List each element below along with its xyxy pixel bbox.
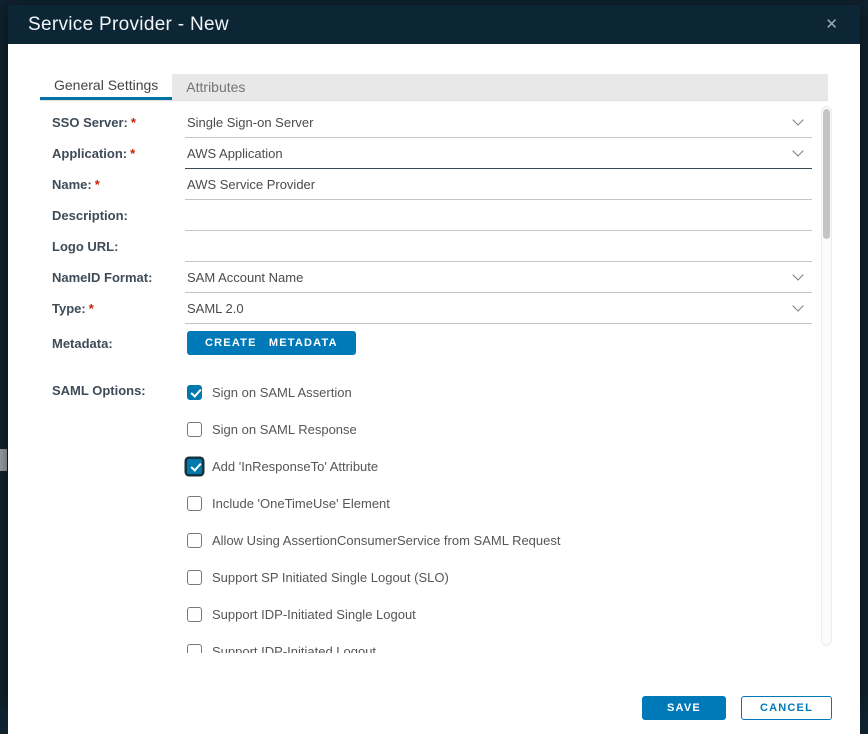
application-label: Application:* — [40, 146, 185, 161]
chevron-down-icon — [792, 300, 803, 311]
sso-server-row: SSO Server:* Single Sign-on Server — [40, 107, 812, 138]
application-value: AWS Application — [187, 146, 283, 161]
cancel-button[interactable]: CANCEL — [741, 696, 832, 720]
type-value: SAML 2.0 — [187, 301, 244, 316]
checkbox-row-include-onetimeuse-element[interactable]: Include 'OneTimeUse' Element — [187, 485, 812, 522]
checkbox[interactable] — [187, 459, 202, 474]
metadata-label: Metadata: — [40, 336, 185, 351]
saml-options-label: SAML Options: — [40, 383, 185, 398]
checkbox-row-support-sp-initiated-slo[interactable]: Support SP Initiated Single Logout (SLO) — [187, 559, 812, 596]
checkbox[interactable] — [187, 644, 202, 653]
checkbox-label: Allow Using AssertionConsumerService fro… — [212, 533, 561, 548]
checkbox-label: Include 'OneTimeUse' Element — [212, 496, 390, 511]
modal-title: Service Provider - New — [28, 14, 229, 36]
modal-footer: SAVE CANCEL — [8, 682, 860, 734]
required-marker: * — [131, 115, 136, 130]
sso-server-label: SSO Server:* — [40, 115, 185, 130]
checkbox-row-sign-on-saml-assertion[interactable]: Sign on SAML Assertion — [187, 374, 812, 411]
logo-url-input[interactable] — [185, 231, 812, 262]
description-row: Description: — [40, 200, 812, 231]
checkbox[interactable] — [187, 533, 202, 548]
saml-options-section: SAML Options: Sign on SAML Assertion Sig… — [40, 374, 812, 653]
checkbox[interactable] — [187, 570, 202, 585]
checkbox-label: Support IDP-Initiated Single Logout — [212, 607, 416, 622]
metadata-row: Metadata: CREATE METADATA — [40, 324, 812, 362]
modal-body: General Settings Attributes SSO Server:*… — [8, 74, 860, 734]
sso-server-value: Single Sign-on Server — [187, 115, 313, 130]
required-marker: * — [95, 177, 100, 192]
name-label: Name:* — [40, 177, 185, 192]
checkbox[interactable] — [187, 422, 202, 437]
nameid-format-select[interactable]: SAM Account Name — [185, 262, 812, 293]
checkbox-row-allow-acs-from-saml-request[interactable]: Allow Using AssertionConsumerService fro… — [187, 522, 812, 559]
service-provider-modal: Service Provider - New ✕ General Setting… — [8, 5, 860, 704]
sso-server-select[interactable]: Single Sign-on Server — [185, 107, 812, 138]
application-select[interactable]: AWS Application — [185, 138, 812, 169]
background-artifact — [0, 449, 7, 471]
checkbox-label: Add 'InResponseTo' Attribute — [212, 459, 378, 474]
vertical-scrollbar[interactable] — [821, 106, 832, 646]
name-input[interactable]: AWS Service Provider — [185, 169, 812, 200]
name-row: Name:* AWS Service Provider — [40, 169, 812, 200]
checkbox-row-sign-on-saml-response[interactable]: Sign on SAML Response — [187, 411, 812, 448]
saml-options-list: Sign on SAML Assertion Sign on SAML Resp… — [185, 374, 812, 653]
name-value: AWS Service Provider — [187, 177, 315, 192]
checkbox[interactable] — [187, 496, 202, 511]
checkbox[interactable] — [187, 607, 202, 622]
chevron-down-icon — [792, 269, 803, 280]
chevron-down-icon — [792, 145, 803, 156]
description-label: Description: — [40, 208, 185, 223]
type-row: Type:* SAML 2.0 — [40, 293, 812, 324]
create-metadata-button[interactable]: CREATE METADATA — [187, 331, 356, 355]
checkbox-row-add-inresponseto-attribute[interactable]: Add 'InResponseTo' Attribute — [187, 448, 812, 485]
save-button[interactable]: SAVE — [642, 696, 726, 720]
nameid-format-label: NameID Format: — [40, 270, 185, 285]
tab-attributes[interactable]: Attributes — [172, 74, 259, 100]
nameid-format-row: NameID Format: SAM Account Name — [40, 262, 812, 293]
close-icon[interactable]: ✕ — [823, 15, 840, 34]
checkbox-label: Sign on SAML Assertion — [212, 385, 352, 400]
checkbox[interactable] — [187, 385, 202, 400]
application-row: Application:* AWS Application — [40, 138, 812, 169]
checkbox-row-support-idp-initiated-single-logout[interactable]: Support IDP-Initiated Single Logout — [187, 596, 812, 633]
checkbox-label: Support SP Initiated Single Logout (SLO) — [212, 570, 449, 585]
description-input[interactable] — [185, 200, 812, 231]
required-marker: * — [130, 146, 135, 161]
type-select[interactable]: SAML 2.0 — [185, 293, 812, 324]
checkbox-row-clipped[interactable]: Support IDP-Initiated Logout — [187, 633, 812, 653]
logo-url-label: Logo URL: — [40, 239, 185, 254]
form-content: SSO Server:* Single Sign-on Server Appli… — [40, 101, 832, 653]
modal-header: Service Provider - New ✕ — [8, 5, 860, 44]
nameid-format-value: SAM Account Name — [187, 270, 303, 285]
scrollbar-thumb[interactable] — [823, 109, 830, 239]
tab-bar: General Settings Attributes — [40, 74, 828, 101]
type-label: Type:* — [40, 301, 185, 316]
chevron-down-icon — [792, 114, 803, 125]
required-marker: * — [89, 301, 94, 316]
tab-general-settings[interactable]: General Settings — [40, 74, 172, 100]
checkbox-label: Sign on SAML Response — [212, 422, 357, 437]
checkbox-label: Support IDP-Initiated Logout — [212, 644, 376, 653]
logo-url-row: Logo URL: — [40, 231, 812, 262]
